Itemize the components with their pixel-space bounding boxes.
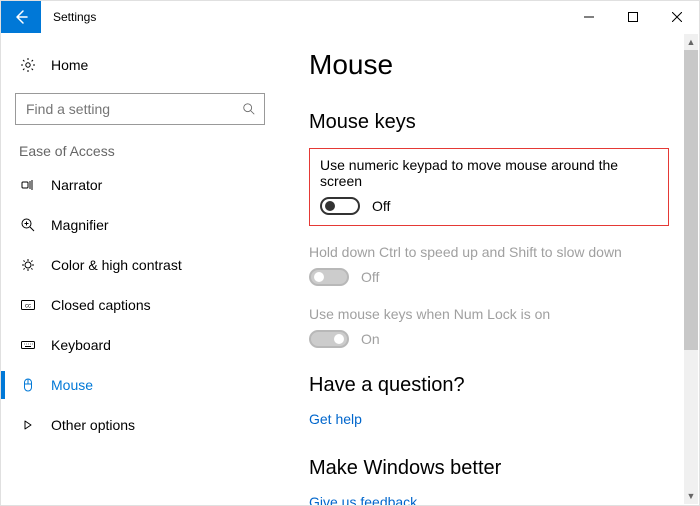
setting-label: Use mouse keys when Num Lock is on (309, 306, 669, 322)
sidebar-item-magnifier[interactable]: Magnifier (1, 205, 279, 245)
titlebar: Settings (1, 1, 699, 33)
section-title-mouse-keys: Mouse keys (309, 111, 669, 134)
toggle-knob (334, 334, 344, 344)
sidebar-item-other-options[interactable]: Other options (1, 405, 279, 445)
section-title-question: Have a question? (309, 374, 669, 397)
svg-text:cc: cc (25, 304, 31, 310)
back-button[interactable] (1, 1, 41, 33)
nav-label: Closed captions (51, 297, 151, 313)
highlight-box: Use numeric keypad to move mouse around … (309, 148, 669, 226)
setting-label: Use numeric keypad to move mouse around … (320, 157, 658, 189)
content-area: Home Ease of Access Narrator Magnifier C… (1, 33, 699, 505)
scroll-up-arrow[interactable]: ▲ (684, 34, 698, 50)
nav-label: Magnifier (51, 217, 109, 233)
nav-label: Color & high contrast (51, 257, 182, 273)
maximize-icon (628, 12, 638, 22)
setting-numeric-keypad: Use numeric keypad to move mouse around … (320, 157, 658, 215)
nav-label: Narrator (51, 177, 102, 193)
magnifier-icon (19, 217, 37, 233)
maximize-button[interactable] (611, 1, 655, 33)
sidebar-item-narrator[interactable]: Narrator (1, 165, 279, 205)
minimize-icon (584, 12, 594, 22)
sidebar-item-home[interactable]: Home (1, 45, 279, 85)
search-icon (242, 102, 256, 116)
close-button[interactable] (655, 1, 699, 33)
toggle-switch (309, 330, 349, 348)
closed-captions-icon: cc (19, 297, 37, 313)
scrollbar-thumb[interactable] (684, 50, 698, 350)
get-help-link[interactable]: Get help (309, 411, 362, 427)
gear-icon (19, 57, 37, 73)
toggle-row: On (309, 330, 669, 348)
sidebar-item-color-contrast[interactable]: Color & high contrast (1, 245, 279, 285)
home-label: Home (51, 57, 88, 73)
toggle-knob (325, 201, 335, 211)
other-options-icon (19, 417, 37, 433)
give-feedback-link[interactable]: Give us feedback (309, 494, 417, 505)
nav-label: Keyboard (51, 337, 111, 353)
sidebar-item-mouse[interactable]: Mouse (1, 365, 279, 405)
narrator-icon (19, 177, 37, 193)
window-controls (567, 1, 699, 33)
nav-label: Mouse (51, 377, 93, 393)
setting-label: Hold down Ctrl to speed up and Shift to … (309, 244, 669, 260)
toggle-state: On (361, 331, 380, 347)
keyboard-icon (19, 337, 37, 353)
app-title: Settings (41, 1, 108, 33)
main-pane: Mouse Mouse keys Use numeric keypad to m… (279, 33, 699, 505)
close-icon (672, 12, 682, 22)
titlebar-spacer (108, 1, 567, 33)
scroll-down-arrow[interactable]: ▼ (684, 488, 698, 504)
toggle-switch (309, 268, 349, 286)
section-title-improve: Make Windows better (309, 457, 669, 480)
toggle-state: Off (361, 269, 379, 285)
sidebar-item-keyboard[interactable]: Keyboard (1, 325, 279, 365)
toggle-state: Off (372, 198, 390, 214)
minimize-button[interactable] (567, 1, 611, 33)
sidebar-item-closed-captions[interactable]: cc Closed captions (1, 285, 279, 325)
nav-label: Other options (51, 417, 135, 433)
toggle-switch[interactable] (320, 197, 360, 215)
page-title: Mouse (309, 49, 669, 81)
setting-num-lock: Use mouse keys when Num Lock is on On (309, 306, 669, 348)
setting-ctrl-shift: Hold down Ctrl to speed up and Shift to … (309, 244, 669, 286)
toggle-knob (314, 272, 324, 282)
toggle-row: Off (320, 197, 658, 215)
sidebar: Home Ease of Access Narrator Magnifier C… (1, 33, 279, 505)
mouse-icon (19, 377, 37, 393)
category-label: Ease of Access (1, 139, 279, 165)
search-box[interactable] (15, 93, 265, 125)
contrast-icon (19, 257, 37, 273)
search-input[interactable] (24, 100, 242, 118)
vertical-scrollbar[interactable]: ▲ ▼ (684, 34, 698, 504)
toggle-row: Off (309, 268, 669, 286)
arrow-left-icon (13, 9, 29, 25)
